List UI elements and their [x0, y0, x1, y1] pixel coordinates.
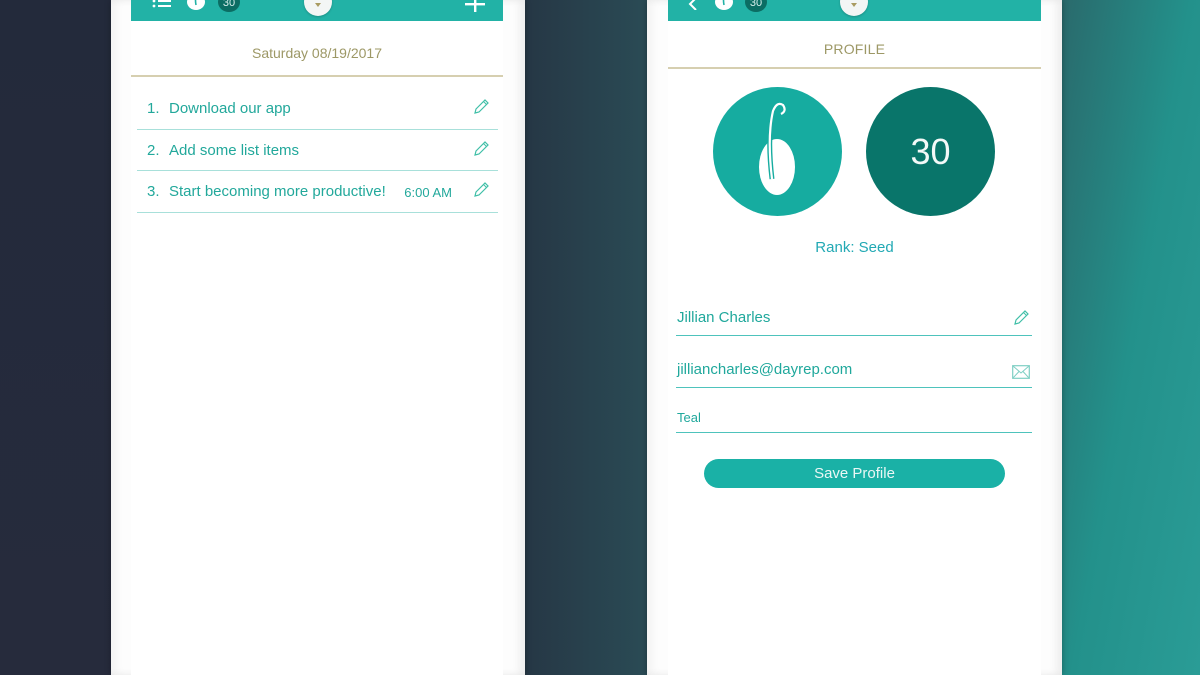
top-bar: 30 — [668, 0, 1041, 21]
page-title: PROFILE — [823, 41, 886, 57]
todo-text: Start becoming more productive! — [169, 183, 386, 200]
date-heading: Saturday 08/19/2017 — [252, 45, 382, 61]
email-value: jilliancharles@dayrep.com — [677, 361, 853, 378]
todo-screen: 30 Saturday 08/19/2017 1. Download our a… — [131, 0, 503, 675]
profile-screen: 30 PROFILE 30 Rank: Seed Jillian Charles… — [668, 0, 1041, 675]
level-badge[interactable]: 30 — [218, 0, 240, 12]
todo-item[interactable]: 3. Start becoming more productive! 6:00 … — [137, 171, 498, 213]
save-profile-button[interactable]: Save Profile — [704, 459, 1005, 488]
todo-item[interactable]: 1. Download our app — [137, 88, 498, 130]
seed-icon[interactable] — [714, 0, 734, 10]
theme-color-field[interactable]: Teal — [676, 400, 1032, 433]
divider — [131, 75, 503, 77]
avatar[interactable] — [713, 87, 842, 216]
envelope-icon — [1012, 365, 1030, 379]
background-right — [1062, 0, 1200, 675]
todo-text: Add some list items — [169, 141, 300, 159]
level-badge[interactable]: 30 — [745, 0, 767, 12]
phone-frame-right: 30 PROFILE 30 Rank: Seed Jillian Charles… — [647, 0, 1062, 675]
todo-number: 3. — [147, 183, 160, 200]
pencil-icon[interactable] — [1012, 309, 1030, 327]
email-field[interactable]: jilliancharles@dayrep.com — [676, 350, 1032, 388]
todo-time: 6:00 AM — [404, 185, 452, 200]
back-icon[interactable] — [688, 0, 698, 10]
seed-icon — [759, 101, 795, 195]
todo-list: 1. Download our app 2. Add some list ite… — [137, 88, 498, 213]
background-middle — [524, 0, 648, 675]
todo-number: 2. — [147, 141, 160, 159]
level-circle: 30 — [866, 87, 995, 216]
name-value: Jillian Charles — [677, 309, 771, 326]
list-icon[interactable] — [152, 0, 172, 10]
divider — [668, 67, 1041, 69]
pencil-icon[interactable] — [472, 181, 490, 199]
phone-frame-left: 30 Saturday 08/19/2017 1. Download our a… — [111, 0, 525, 675]
pull-down-handle[interactable] — [840, 0, 868, 16]
seed-icon[interactable] — [186, 0, 206, 10]
todo-item[interactable]: 2. Add some list items — [137, 130, 498, 171]
pull-down-handle[interactable] — [304, 0, 332, 16]
top-bar: 30 — [131, 0, 503, 21]
theme-color-value: Teal — [677, 410, 701, 425]
pencil-icon[interactable] — [472, 140, 490, 158]
name-field[interactable]: Jillian Charles — [676, 300, 1032, 336]
pencil-icon[interactable] — [472, 98, 490, 116]
plus-icon[interactable] — [465, 0, 485, 12]
background-left — [0, 0, 112, 675]
todo-number: 1. — [147, 100, 160, 117]
todo-text: Download our app — [169, 100, 291, 117]
rank-label: Rank: Seed — [815, 239, 894, 256]
